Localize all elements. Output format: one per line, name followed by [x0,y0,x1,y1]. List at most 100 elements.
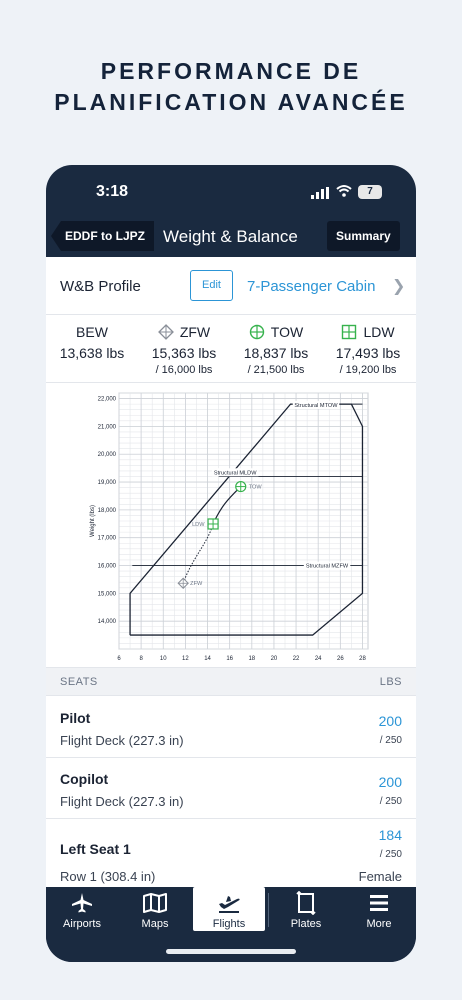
y-axis-label: Weight (lbs) [90,505,96,537]
x-tick-label: 14 [204,656,211,662]
weight-name: LDW [363,324,395,340]
x-tick-label: 16 [226,656,233,662]
seat-location: Flight Deck (227.3 in) [60,794,184,809]
weight-name: ZFW [179,324,211,340]
tow-point-label: TOW [249,485,263,491]
seat-name: Pilot [60,710,91,726]
weight-ldw: LDW 17,493 lbs / 19,200 lbs [322,323,414,376]
cg-envelope-chart[interactable]: 6 8 10 12 14 16 18 20 22 24 26 28 14,000 15,000 16,000… [46,384,416,667]
tab-more[interactable]: More [343,887,415,931]
seats-unit-label: LBS [379,676,402,688]
x-tick-label: 8 [139,656,143,662]
x-tick-label: 28 [359,656,366,662]
seat-occupant-gender[interactable]: Female [359,869,402,884]
tab-flights[interactable]: Flights [193,887,265,931]
edit-profile-button[interactable]: Edit [190,270,233,301]
wb-profile-row[interactable]: W&B Profile Edit 7-Passenger Cabin ❯ [46,257,416,315]
weight-value: 18,837 lbs [243,345,309,361]
home-indicator[interactable] [166,949,296,954]
main-content: W&B Profile Edit 7-Passenger Cabin ❯ BEW… [46,257,416,887]
wb-profile-label: W&B Profile [60,278,141,295]
y-tick-label: 21,000 [98,424,117,430]
tab-label: Flights [212,918,246,930]
headline-line-2: PLANIFICATION AVANCÉE [54,89,408,115]
x-tick-label: 6 [117,656,121,662]
weight-bew: BEW 13,638 lbs [46,323,138,361]
seat-max: / 250 [379,796,402,807]
weight-value: 17,493 lbs [335,345,401,361]
y-tick-label: 15,000 [98,591,117,597]
weight-name: TOW [270,324,304,340]
seat-weight-input[interactable]: 200 [379,774,402,790]
summary-button[interactable]: Summary [327,221,400,251]
seat-location: Flight Deck (227.3 in) [60,733,184,748]
weight-limit: / 21,500 lbs [247,364,305,376]
tab-label: Plates [290,918,322,930]
tab-divider [268,893,269,927]
x-tick-label: 24 [315,656,322,662]
ldw-square-icon [342,324,357,340]
x-tick-label: 10 [160,656,167,662]
seats-header: SEATS LBS [46,667,416,696]
battery-level: 7 [367,186,373,197]
cg-envelope-svg: 6 8 10 12 14 16 18 20 22 24 26 28 14,000 15,000 16,000… [90,392,369,662]
x-tick-label: 12 [182,656,189,662]
y-tick-label: 17,000 [98,536,117,542]
weight-value: 13,638 lbs [59,345,125,361]
x-tick-label: 26 [337,656,344,662]
seat-max: / 250 [379,735,402,746]
seat-name: Copilot [60,771,109,787]
menu-icon [370,895,388,911]
limit-label: Structural MZFW [306,564,349,570]
y-tick-label: 16,000 [98,564,117,570]
tow-circle-icon [249,324,264,340]
weight-tow: TOW 18,837 lbs / 21,500 lbs [230,323,322,376]
plates-icon [296,891,316,915]
seat-row-left-seat-1[interactable]: Left Seat 1 Row 1 (308.4 in) 184 / 250 F… [46,819,416,887]
map-icon [143,893,167,913]
tab-label: More [366,918,392,930]
tab-label: Maps [141,918,169,930]
x-tick-label: 22 [293,656,300,662]
y-tick-label: 19,000 [98,480,117,486]
seat-row-copilot[interactable]: Copilot Flight Deck (227.3 in) 200 / 250 [46,758,416,819]
x-tick-label: 18 [248,656,255,662]
wifi-icon [336,185,352,197]
weight-value: 15,363 lbs [151,345,217,361]
y-tick-label: 22,000 [98,397,117,403]
tab-bar: Airports Maps Flights Plates More [46,887,416,962]
seat-row-pilot[interactable]: Pilot Flight Deck (227.3 in) 200 / 250 [46,697,416,758]
weight-summary: BEW 13,638 lbs ZFW 15,363 lbs / 16,000 l… [46,315,416,383]
battery-icon: 7 [358,185,382,199]
weight-limit: / 16,000 lbs [155,364,213,376]
nav-bar: EDDF to LJPZ Weight & Balance Summary [46,217,416,257]
tab-maps[interactable]: Maps [119,887,191,931]
y-tick-label: 18,000 [98,508,117,514]
departure-icon [219,896,240,913]
seat-weight-input[interactable]: 200 [379,713,402,729]
signal-icon [311,187,329,199]
chevron-right-icon[interactable]: ❯ [392,276,405,296]
limit-label: Structural MTOW [294,403,338,409]
weight-limit: / 19,200 lbs [339,364,397,376]
tab-label: Airports [63,918,101,930]
wb-profile-value[interactable]: 7-Passenger Cabin [247,278,375,295]
ldw-point-label: LDW [192,522,205,528]
page-title: Weight & Balance [163,227,298,246]
zfw-diamond-icon [157,324,174,340]
zfw-point-label: ZFW [190,581,203,587]
status-time: 3:18 [96,183,129,200]
limit-label: Structural MLDW [214,470,257,476]
x-tick-label: 20 [271,656,278,662]
headline: PERFORMANCE DE PLANIFICATION AVANCÉE [0,56,462,118]
tab-plates[interactable]: Plates [270,887,342,931]
back-button[interactable]: EDDF to LJPZ [51,221,154,251]
phone-frame: 3:18 7 EDDF to LJPZ Weight & Balance Sum… [46,165,416,962]
plane-icon [72,893,92,913]
seat-weight-input[interactable]: 184 [379,827,402,843]
tab-airports[interactable]: Airports [46,887,118,931]
seat-max: / 250 [379,849,402,860]
seat-name: Left Seat 1 [60,841,131,857]
y-tick-label: 14,000 [98,619,117,625]
headline-line-1: PERFORMANCE DE [100,58,362,84]
